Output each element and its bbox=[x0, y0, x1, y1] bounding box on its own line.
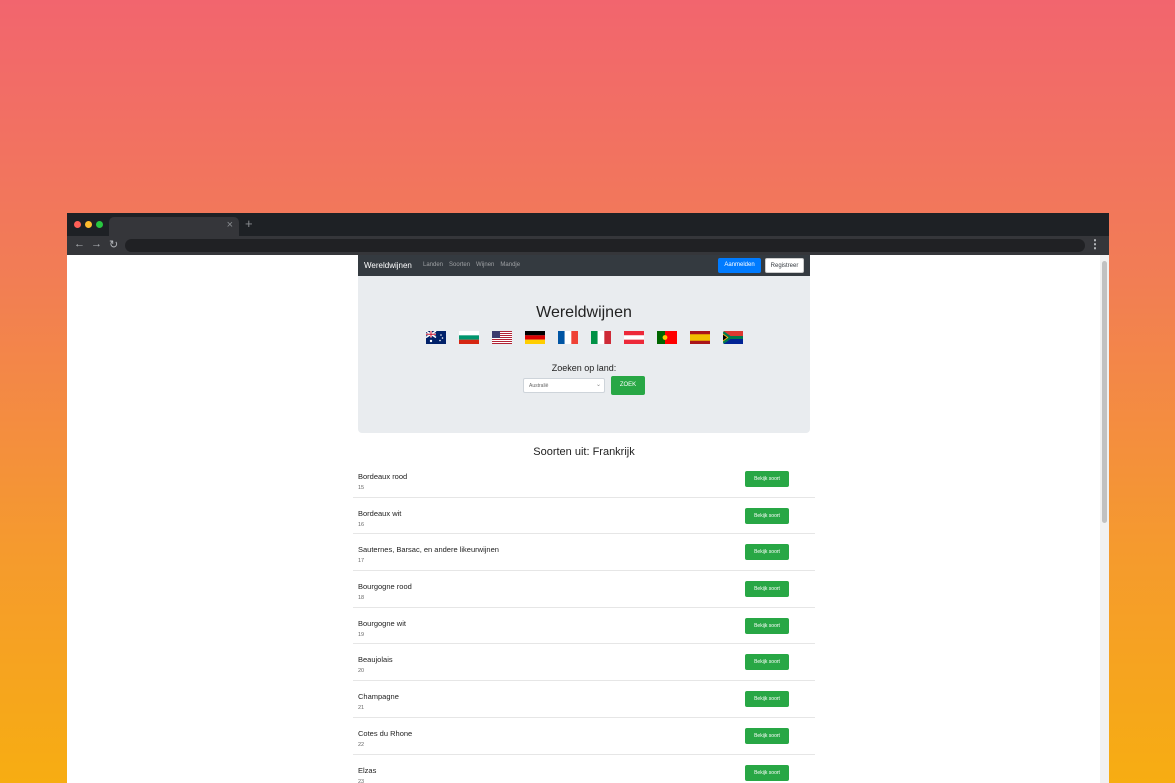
list-item: Cotes du Rhone 22 Bekijk soort bbox=[353, 718, 815, 755]
flag-austria-icon[interactable] bbox=[624, 331, 644, 344]
item-id: 17 bbox=[358, 558, 365, 565]
forward-icon[interactable]: → bbox=[91, 238, 102, 250]
item-id: 19 bbox=[358, 631, 365, 638]
list-item: Bourgogne wit 19 Bekijk soort bbox=[353, 608, 815, 645]
item-id: 20 bbox=[358, 668, 365, 675]
maximize-window-button[interactable] bbox=[96, 221, 103, 228]
search-label: Zoeken op land: bbox=[551, 363, 617, 373]
page-scrollbar[interactable] bbox=[1100, 255, 1109, 783]
flag-australia-icon[interactable] bbox=[426, 331, 446, 344]
view-type-button[interactable]: Bekijk soort bbox=[745, 544, 789, 561]
minimize-window-button[interactable] bbox=[85, 221, 92, 228]
item-name: Elzas bbox=[358, 765, 377, 775]
list-item: Bordeaux wit 16 Bekijk soort bbox=[353, 498, 815, 535]
browser-menu-icon[interactable]: ⋮ bbox=[1089, 237, 1101, 251]
flag-france-icon[interactable] bbox=[558, 331, 578, 344]
view-type-button[interactable]: Bekijk soort bbox=[745, 471, 789, 487]
view-type-button[interactable]: Bekijk soort bbox=[745, 507, 789, 524]
list-item: Sauternes, Barsac, en andere likeurwijne… bbox=[353, 534, 815, 572]
login-button[interactable]: Aanmelden bbox=[718, 258, 761, 273]
nav-link-soorten[interactable]: Soorten bbox=[449, 262, 470, 268]
item-name: Sauternes, Barsac, en andere likeurwijne… bbox=[358, 545, 499, 555]
list-item: Elzas 23 Bekijk soort bbox=[353, 755, 815, 783]
nav-link-mandje[interactable]: Mandje bbox=[500, 262, 520, 268]
flag-south-africa-icon[interactable] bbox=[723, 331, 743, 344]
browser-window: × + ← → ↻ ⋮ Wereldwijnen Landen Soorten … bbox=[67, 213, 1109, 783]
list-item: Bordeaux rood 15 Bekijk soort bbox=[353, 461, 815, 498]
tab-close-icon[interactable]: × bbox=[227, 219, 233, 231]
tab-bar: × + bbox=[67, 213, 1109, 236]
nav-link-landen[interactable]: Landen bbox=[423, 262, 443, 268]
item-id: 21 bbox=[358, 705, 365, 712]
flag-bulgaria-icon[interactable] bbox=[459, 331, 479, 344]
wine-type-list: Bordeaux rood 15 Bekijk soort Bordeaux w… bbox=[353, 461, 815, 783]
nav-link-wijnen[interactable]: Wijnen bbox=[476, 262, 494, 268]
new-tab-icon[interactable]: + bbox=[245, 216, 253, 231]
close-window-button[interactable] bbox=[74, 221, 81, 228]
item-name: Bourgogne rood bbox=[358, 582, 412, 592]
flag-usa-icon[interactable] bbox=[492, 331, 512, 344]
flag-germany-icon[interactable] bbox=[525, 331, 545, 344]
reload-icon[interactable]: ↻ bbox=[109, 238, 118, 251]
hero-section: Wereldwijnen Zoeken op land: Australië ⌄… bbox=[358, 276, 810, 433]
item-id: 23 bbox=[358, 778, 365, 783]
address-bar-row: ← → ↻ ⋮ bbox=[67, 236, 1109, 255]
view-type-button[interactable]: Bekijk soort bbox=[745, 617, 789, 634]
browser-tab[interactable]: × bbox=[109, 217, 239, 236]
view-type-button[interactable]: Bekijk soort bbox=[745, 581, 789, 598]
item-name: Bourgogne wit bbox=[358, 618, 406, 628]
view-type-button[interactable]: Bekijk soort bbox=[745, 691, 789, 708]
scrollbar-thumb[interactable] bbox=[1102, 261, 1107, 523]
item-id: 16 bbox=[358, 521, 365, 528]
item-name: Bordeaux rood bbox=[358, 472, 408, 481]
item-id: 15 bbox=[358, 485, 365, 491]
page-viewport: Wereldwijnen Landen Soorten Wijnen Mandj… bbox=[67, 255, 1109, 783]
list-title: Soorten uit: Frankrijk bbox=[533, 446, 635, 458]
flag-portugal-icon[interactable] bbox=[657, 331, 677, 344]
view-type-button[interactable]: Bekijk soort bbox=[745, 654, 789, 671]
site-navbar: Wereldwijnen Landen Soorten Wijnen Mandj… bbox=[358, 255, 810, 276]
country-select[interactable]: Australië ⌄ bbox=[523, 378, 605, 393]
item-id: 22 bbox=[358, 741, 365, 748]
navbar-brand[interactable]: Wereldwijnen bbox=[364, 261, 412, 270]
list-item: Champagne 21 Bekijk soort bbox=[353, 681, 815, 718]
list-item: Bourgogne rood 18 Bekijk soort bbox=[353, 571, 815, 608]
flag-spain-icon[interactable] bbox=[690, 331, 710, 344]
country-select-value: Australië bbox=[529, 383, 549, 389]
view-type-button[interactable]: Bekijk soort bbox=[745, 727, 789, 744]
item-name: Champagne bbox=[358, 692, 399, 702]
register-button[interactable]: Registreer bbox=[765, 258, 804, 273]
search-button[interactable]: ZOEK bbox=[611, 376, 645, 395]
item-name: Beaujolais bbox=[358, 655, 393, 665]
item-name: Bordeaux wit bbox=[358, 508, 402, 518]
back-icon[interactable]: ← bbox=[74, 238, 85, 250]
flag-italy-icon[interactable] bbox=[591, 331, 611, 344]
item-id: 18 bbox=[358, 595, 365, 602]
chevron-down-icon: ⌄ bbox=[595, 382, 601, 388]
hero-title: Wereldwijnen bbox=[536, 304, 632, 321]
list-item: Beaujolais 20 Bekijk soort bbox=[353, 644, 815, 682]
view-type-button[interactable]: Bekijk soort bbox=[745, 764, 789, 781]
item-name: Cotes du Rhone bbox=[358, 728, 413, 738]
address-bar[interactable] bbox=[125, 239, 1085, 252]
navbar-links: Landen Soorten Wijnen Mandje bbox=[423, 262, 520, 268]
